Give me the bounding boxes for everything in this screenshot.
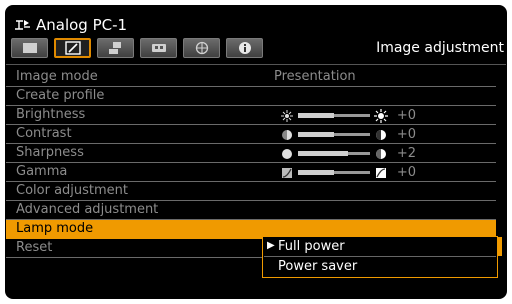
menu-item-gamma: Gamma +0 [6, 163, 496, 182]
gamma-value: +0 [396, 165, 416, 180]
advanced-adjustment-label: Advanced adjustment [16, 202, 159, 217]
analog-pc-input-icon [14, 18, 31, 32]
contrast-low-icon [280, 128, 294, 142]
tab-install[interactable] [97, 38, 134, 58]
settings-menu: Image mode Presentation Create profile B… [6, 68, 496, 258]
option-label: Power saver [278, 259, 358, 274]
divider [6, 64, 506, 65]
network-tab-icon [195, 41, 208, 55]
tab-system[interactable] [140, 38, 177, 58]
install-tab-icon [108, 42, 121, 54]
sharpness-value: +2 [396, 146, 416, 161]
reset-label: Reset [16, 240, 53, 255]
image-mode-label: Image mode [16, 69, 98, 84]
menu-item-contrast: Contrast +0 [6, 125, 496, 144]
sharpness-slider: +2 [280, 146, 416, 161]
tab-network[interactable] [183, 38, 220, 58]
contrast-high-icon [374, 128, 388, 142]
page-heading: Image adjustment [376, 40, 504, 56]
tab-information[interactable] [226, 38, 263, 58]
menu-item-sharpness: Sharpness +2 [6, 144, 496, 163]
source-title-row: Analog PC-1 [14, 14, 127, 36]
menu-tabs [11, 38, 263, 58]
gamma-slider: +0 [280, 165, 416, 180]
image-mode-value: Presentation [274, 69, 356, 84]
menu-item-brightness: Brightness +0 [6, 106, 496, 125]
brightness-label: Brightness [16, 107, 86, 122]
gamma-bar [298, 170, 370, 175]
contrast-value: +0 [396, 127, 416, 142]
sharpness-label: Sharpness [16, 145, 84, 160]
contrast-slider: +0 [280, 127, 416, 142]
tab-image[interactable] [11, 38, 48, 58]
option-label: Full power [278, 239, 345, 254]
system-tab-icon [151, 44, 166, 52]
menu-item-create-profile: Create profile [6, 87, 496, 106]
image-tab-icon [22, 43, 37, 53]
gamma-low-icon [280, 166, 294, 180]
option-power-saver[interactable]: Power saver [264, 258, 496, 277]
brightness-low-icon [280, 109, 294, 123]
menu-item-image-mode: Image mode Presentation [6, 68, 496, 87]
sharpness-fill [298, 151, 348, 156]
contrast-label: Contrast [16, 126, 72, 141]
source-title: Analog PC-1 [36, 16, 128, 34]
gamma-fill [298, 170, 334, 175]
lamp-mode-dropdown: ▶ Full power Power saver [262, 236, 498, 278]
menu-item-advanced-adjustment: Advanced adjustment [6, 201, 496, 220]
brightness-slider: +0 [280, 108, 416, 123]
brightness-bar [298, 113, 370, 118]
contrast-fill [298, 132, 334, 137]
option-full-power[interactable]: ▶ Full power [264, 238, 496, 257]
lamp-mode-label: Lamp mode [16, 221, 94, 236]
contrast-bar [298, 132, 370, 137]
information-tab-icon [238, 42, 251, 54]
sharpness-low-icon [280, 147, 294, 161]
brightness-value: +0 [396, 108, 416, 123]
sharpness-bar [298, 151, 370, 156]
brightness-fill [298, 113, 334, 118]
create-profile-label: Create profile [16, 88, 105, 103]
sharpness-high-icon [374, 147, 388, 161]
brightness-high-icon [374, 108, 388, 123]
selected-arrow-icon: ▶ [267, 240, 275, 251]
gamma-label: Gamma [16, 164, 68, 179]
picture-adjust-tab-icon [64, 41, 81, 55]
tab-image-adjustment[interactable] [54, 38, 91, 58]
menu-item-color-adjustment: Color adjustment [6, 182, 496, 201]
gamma-high-icon [374, 166, 388, 180]
color-adjustment-label: Color adjustment [16, 183, 129, 198]
